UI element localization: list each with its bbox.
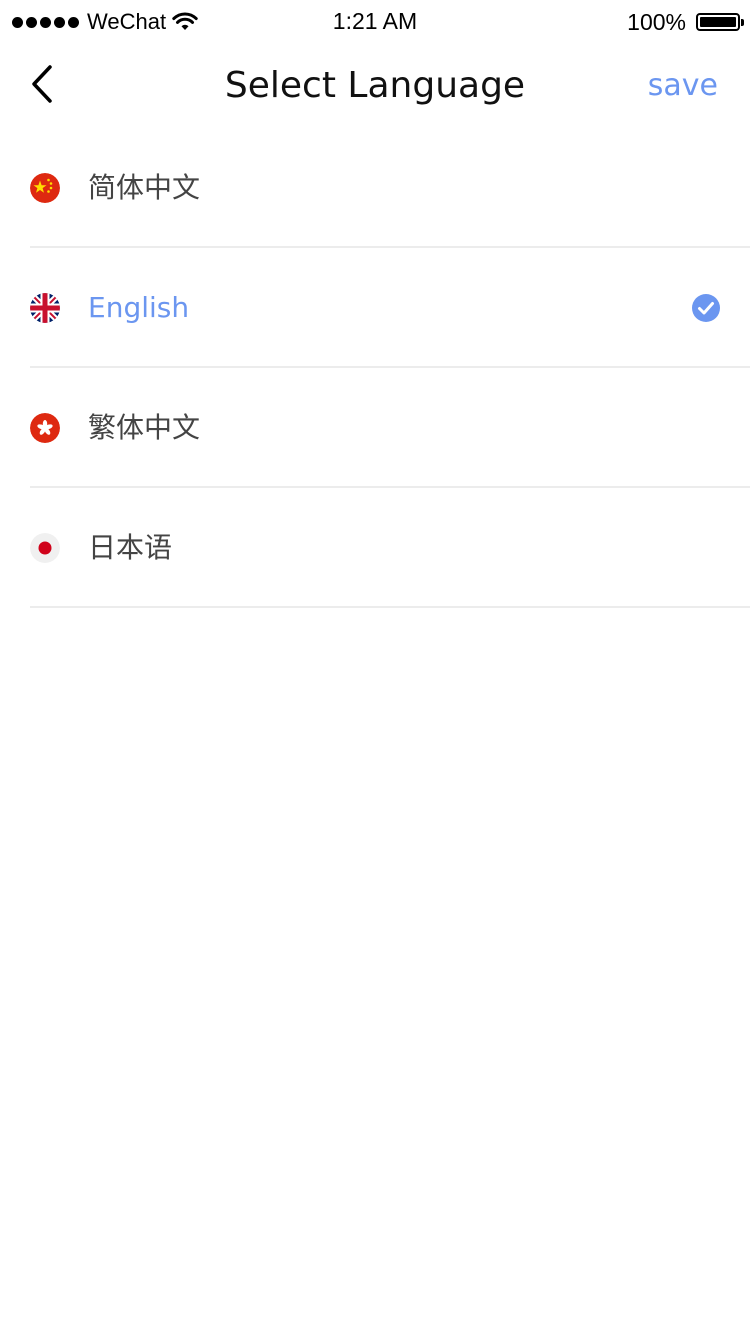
language-item-traditional-chinese[interactable]: 繁体中文 <box>30 368 750 488</box>
battery-percent: 100% <box>627 8 686 35</box>
check-circle-icon <box>692 294 720 322</box>
language-label: English <box>88 291 190 324</box>
battery-icon <box>696 13 744 31</box>
battery-fill <box>700 17 736 27</box>
status-bar: WeChat 1:21 AM 100% <box>0 0 750 44</box>
language-label: 繁体中文 <box>88 411 201 444</box>
nav-bar: Select Language save <box>0 44 750 128</box>
language-list: 简体中文 English 繁体中文 日本语 <box>0 128 750 608</box>
uk-flag-icon <box>30 293 60 323</box>
language-item-japanese[interactable]: 日本语 <box>30 488 750 608</box>
save-button[interactable]: save <box>648 64 718 108</box>
hong-kong-flag-icon <box>30 413 60 443</box>
china-flag-icon <box>30 173 60 203</box>
page-title: Select Language <box>224 65 526 106</box>
status-right: 100% <box>627 6 744 38</box>
language-label: 日本语 <box>88 531 173 564</box>
language-label: 简体中文 <box>88 171 201 204</box>
language-item-simplified-chinese[interactable]: 简体中文 <box>30 128 750 248</box>
japan-flag-icon <box>30 533 60 563</box>
language-item-english[interactable]: English <box>30 248 750 368</box>
